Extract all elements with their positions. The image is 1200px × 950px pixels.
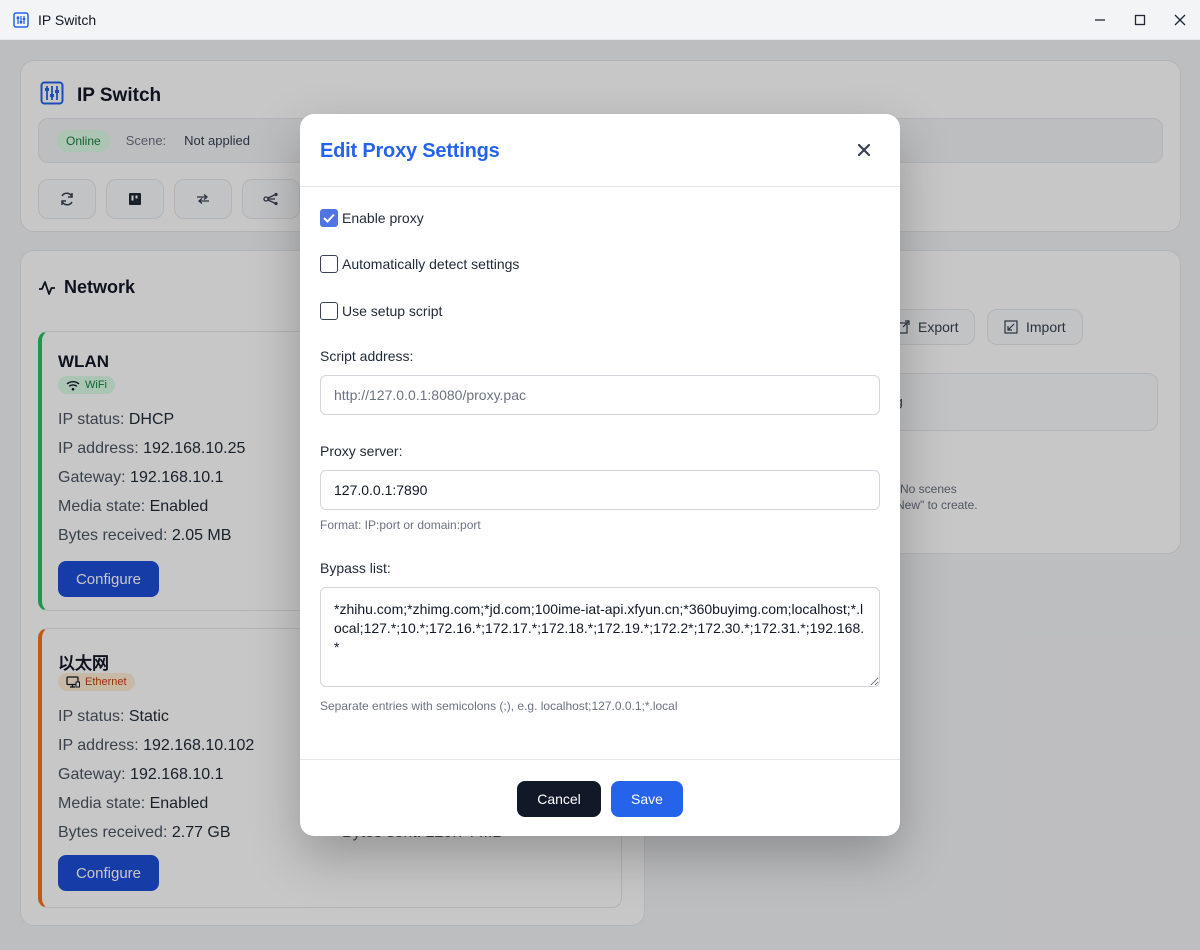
proxy-server-input[interactable] [320,470,880,510]
auto-detect-label: Automatically detect settings [342,256,520,272]
app-sliders-icon [13,11,29,28]
setup-script-row[interactable]: Use setup script [320,302,442,320]
bypass-list-label: Bypass list: [320,560,391,576]
maximize-icon[interactable] [1120,0,1160,40]
minimize-icon[interactable] [1080,0,1120,40]
dialog-close-button[interactable] [853,139,875,161]
dialog-title: Edit Proxy Settings [320,140,500,162]
close-icon [857,143,871,157]
checkmark-icon [323,213,335,223]
auto-detect-row[interactable]: Automatically detect settings [320,255,519,273]
cancel-button[interactable]: Cancel [517,781,601,817]
dialog-footer: Cancel Save [300,759,900,836]
proxy-server-label: Proxy server: [320,443,403,459]
bypass-list-hint: Separate entries with semicolons (;), e.… [320,699,678,713]
close-icon[interactable] [1160,0,1200,40]
setup-script-label: Use setup script [342,303,443,319]
bypass-list-textarea[interactable]: *zhihu.com;*zhimg.com;*jd.com;100ime-iat… [320,587,880,687]
enable-proxy-checkbox[interactable] [320,209,338,227]
dialog-header: Edit Proxy Settings [300,114,900,187]
enable-proxy-row[interactable]: Enable proxy [320,209,424,227]
window-titlebar: IP Switch [0,0,1200,40]
window-title: IP Switch [38,11,97,28]
auto-detect-checkbox[interactable] [320,255,338,273]
enable-proxy-label: Enable proxy [342,210,424,226]
script-address-label: Script address: [320,348,414,364]
setup-script-checkbox[interactable] [320,302,338,320]
proxy-settings-dialog: Edit Proxy Settings Enable proxy Automat… [300,114,900,836]
proxy-server-hint: Format: IP:port or domain:port [320,518,481,532]
save-button[interactable]: Save [611,781,683,817]
script-address-input[interactable] [320,375,880,415]
